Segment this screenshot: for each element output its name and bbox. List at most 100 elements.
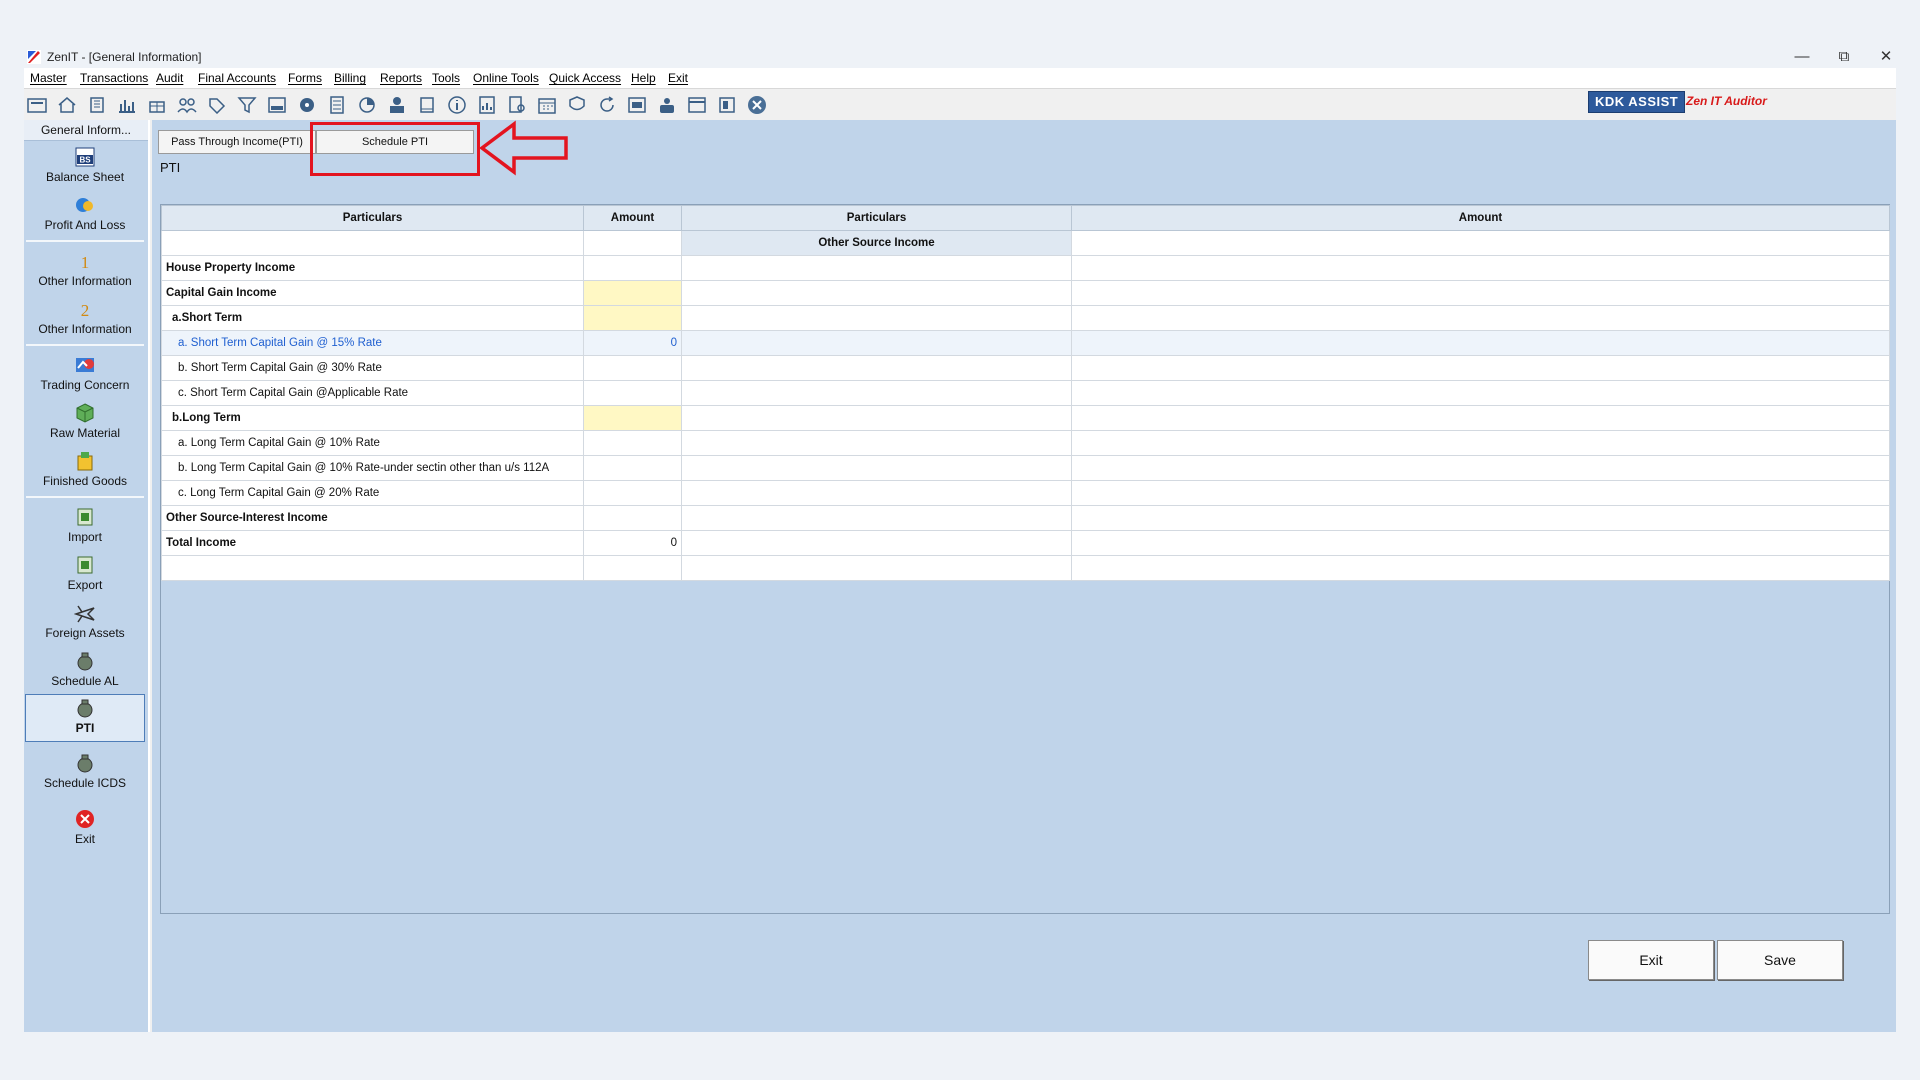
table-cell[interactable] — [681, 280, 1072, 306]
table-row[interactable]: a.Short Term — [161, 305, 1890, 331]
table-cell[interactable] — [1071, 405, 1890, 431]
menu-help[interactable]: Help — [631, 71, 656, 85]
sidebar-item-pti[interactable]: PTI — [25, 694, 145, 742]
bs-icon[interactable] — [626, 94, 648, 116]
funnel-icon[interactable] — [236, 94, 258, 116]
table-row[interactable]: Total Income 0 — [161, 530, 1890, 556]
calendar-icon[interactable] — [536, 94, 558, 116]
tag-icon[interactable] — [206, 94, 228, 116]
table-cell[interactable] — [1071, 305, 1890, 331]
menu-tools[interactable]: Tools — [432, 71, 460, 85]
sidebar-item-foreign-assets[interactable]: Foreign Assets — [25, 600, 145, 644]
shield-icon[interactable] — [566, 94, 588, 116]
menu-reports[interactable]: Reports — [380, 71, 422, 85]
amount-cell[interactable] — [583, 430, 682, 456]
menu-audit[interactable]: Audit — [156, 71, 183, 85]
amount-cell[interactable] — [583, 405, 682, 431]
table-cell[interactable] — [1071, 330, 1890, 356]
pay-icon[interactable] — [386, 94, 408, 116]
sidebar-item-schedule-icds[interactable]: Schedule ICDS — [25, 750, 145, 794]
book-icon[interactable] — [416, 94, 438, 116]
table-cell[interactable] — [1071, 430, 1890, 456]
table-row[interactable]: Capital Gain Income — [161, 280, 1890, 306]
menu-final-accounts[interactable]: Final Accounts — [198, 71, 276, 85]
menu-exit[interactable]: Exit — [668, 71, 688, 85]
table-row[interactable]: b.Long Term — [161, 405, 1890, 431]
menu-billing[interactable]: Billing — [334, 71, 366, 85]
table-cell[interactable] — [1071, 555, 1890, 581]
amount-cell[interactable] — [583, 355, 682, 381]
amount-cell[interactable] — [583, 305, 682, 331]
table-cell[interactable] — [1071, 505, 1890, 531]
amount-cell[interactable] — [583, 380, 682, 406]
table-row[interactable]: c. Short Term Capital Gain @Applicable R… — [161, 380, 1890, 406]
sidebar-item-profit-and-loss[interactable]: Profit And Loss — [25, 192, 145, 236]
table-cell[interactable] — [681, 530, 1072, 556]
table-row[interactable]: b. Long Term Capital Gain @ 10% Rate-und… — [161, 455, 1890, 481]
table-cell[interactable] — [681, 405, 1072, 431]
amount-cell[interactable] — [583, 480, 682, 506]
amount-cell[interactable] — [583, 555, 682, 581]
table-row[interactable]: b. Short Term Capital Gain @ 30% Rate — [161, 355, 1890, 381]
sidebar-item-export[interactable]: Export — [25, 552, 145, 596]
table-cell[interactable] — [681, 480, 1072, 506]
table-row[interactable]: c. Long Term Capital Gain @ 20% Rate — [161, 480, 1890, 506]
table-row[interactable]: Other Source-Interest Income — [161, 505, 1890, 531]
amount-cell[interactable]: 0 — [583, 330, 682, 356]
people-icon[interactable] — [656, 94, 678, 116]
table-cell[interactable] — [681, 330, 1072, 356]
amount-cell[interactable] — [583, 455, 682, 481]
disc-icon[interactable] — [296, 94, 318, 116]
sidebar-item-other-information-1[interactable]: 1 Other Information — [25, 248, 145, 292]
info-icon[interactable] — [446, 94, 468, 116]
sidebar-item-schedule-al[interactable]: Schedule AL — [25, 648, 145, 692]
users-icon[interactable] — [176, 94, 198, 116]
table-cell[interactable] — [681, 555, 1072, 581]
menu-forms[interactable]: Forms — [288, 71, 322, 85]
table-cell[interactable] — [681, 305, 1072, 331]
tab-pass-through-income[interactable]: Pass Through Income(PTI) — [158, 130, 316, 154]
table-cell[interactable] — [1071, 255, 1890, 281]
close-window-button[interactable]: ✕ — [1866, 46, 1906, 68]
table-cell[interactable] — [681, 505, 1072, 531]
table-cell[interactable] — [681, 380, 1072, 406]
sidebar-item-trading-concern[interactable]: Trading Concern — [25, 352, 145, 396]
amount-cell[interactable]: 0 — [583, 530, 682, 556]
open-folder-icon[interactable] — [26, 94, 48, 116]
table-cell[interactable] — [1071, 355, 1890, 381]
building-icon[interactable] — [86, 94, 108, 116]
close-circle-icon[interactable] — [746, 94, 768, 116]
exit-button[interactable]: Exit — [1588, 940, 1714, 980]
refresh-icon[interactable] — [596, 94, 618, 116]
sidebar-item-raw-material[interactable]: Raw Material — [25, 400, 145, 444]
table-cell[interactable] — [1071, 530, 1890, 556]
table-row[interactable]: a. Long Term Capital Gain @ 10% Rate — [161, 430, 1890, 456]
bar-chart-icon[interactable] — [116, 94, 138, 116]
menu-transactions[interactable]: Transactions — [80, 71, 148, 85]
table-cell[interactable] — [1071, 380, 1890, 406]
report-icon[interactable] — [476, 94, 498, 116]
restore-button[interactable]: ⧉ — [1824, 46, 1864, 68]
table-cell[interactable] — [1071, 480, 1890, 506]
sidebar-item-exit[interactable]: Exit — [25, 806, 145, 850]
kdk-assist-badge[interactable]: KDK ASSIST — [1588, 91, 1686, 113]
table-cell[interactable] — [681, 355, 1072, 381]
amount-cell[interactable] — [583, 280, 682, 306]
minimize-button[interactable]: — — [1782, 46, 1822, 68]
cd-icon[interactable] — [686, 94, 708, 116]
document-search-icon[interactable] — [506, 94, 528, 116]
menu-quick-access[interactable]: Quick Access — [549, 71, 621, 85]
menu-master[interactable]: Master — [30, 71, 67, 85]
tax-icon[interactable] — [266, 94, 288, 116]
table-cell[interactable] — [1071, 455, 1890, 481]
sidebar-item-balance-sheet[interactable]: BS Balance Sheet — [25, 144, 145, 188]
gift-icon[interactable] — [146, 94, 168, 116]
table-cell[interactable] — [1071, 280, 1890, 306]
amount-cell[interactable] — [583, 505, 682, 531]
sidebar-item-import[interactable]: Import — [25, 504, 145, 548]
menu-online-tools[interactable]: Online Tools — [473, 71, 539, 85]
pie-icon[interactable] — [356, 94, 378, 116]
sidebar-header[interactable]: General Inform... — [24, 120, 148, 141]
save-button[interactable]: Save — [1717, 940, 1843, 980]
table-cell[interactable] — [681, 455, 1072, 481]
